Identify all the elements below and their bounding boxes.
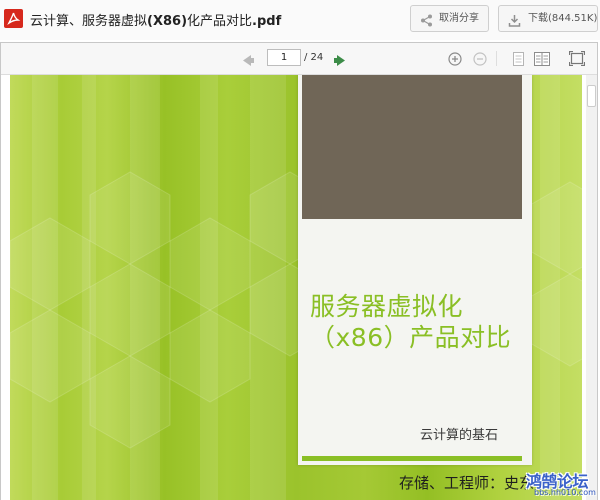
- forum-watermark: 鸿鹄论坛 bbs.hh010.com: [526, 468, 598, 499]
- cancel-share-label: 取消分享: [439, 13, 479, 24]
- viewer-border-right: [597, 42, 598, 500]
- document-header: 云计算、服务器虚拟(X86)化产品对比.pdf 取消分享 下载(844.51K): [0, 0, 600, 40]
- vertical-scrollbar[interactable]: [586, 75, 597, 500]
- viewer-border-left: [0, 42, 1, 500]
- share-icon: [420, 12, 433, 37]
- slide-subtitle: 云计算的基石: [420, 428, 499, 443]
- fullscreen-icon[interactable]: [568, 50, 586, 70]
- watermark-url: bbs.hh010.com: [534, 488, 596, 497]
- zoom-in-icon[interactable]: [448, 51, 462, 70]
- slide-image-block: [302, 75, 522, 219]
- slide-title-line2: （x86）产品对比: [310, 323, 512, 352]
- double-page-icon[interactable]: [534, 51, 550, 70]
- download-button[interactable]: 下载(844.51K): [498, 5, 598, 32]
- viewer-toolbar: / 24: [1, 43, 597, 75]
- toolbar-divider: [496, 51, 497, 66]
- zoom-out-icon[interactable]: [473, 51, 487, 70]
- prev-page-icon[interactable]: [242, 52, 255, 71]
- scrollbar-thumb[interactable]: [587, 85, 596, 107]
- slide-title-panel: 服务器虚拟化 （x86）产品对比 云计算的基石: [298, 75, 532, 465]
- slide-author: 存储、工程师：史东: [399, 474, 535, 492]
- page-total: / 24: [304, 52, 324, 63]
- pdf-page[interactable]: 服务器虚拟化 （x86）产品对比 云计算的基石 存储、工程师：史东: [10, 75, 582, 500]
- download-label: 下载(844.51K): [528, 13, 598, 24]
- next-page-icon[interactable]: [333, 52, 346, 71]
- cancel-share-button[interactable]: 取消分享: [410, 5, 489, 32]
- pdf-icon: [4, 9, 23, 28]
- single-page-icon[interactable]: [513, 51, 524, 70]
- page-number-input[interactable]: [267, 49, 301, 66]
- slide-accent-rule: [302, 456, 522, 461]
- download-icon: [508, 12, 521, 37]
- document-title: 云计算、服务器虚拟(X86)化产品对比.pdf: [30, 14, 282, 29]
